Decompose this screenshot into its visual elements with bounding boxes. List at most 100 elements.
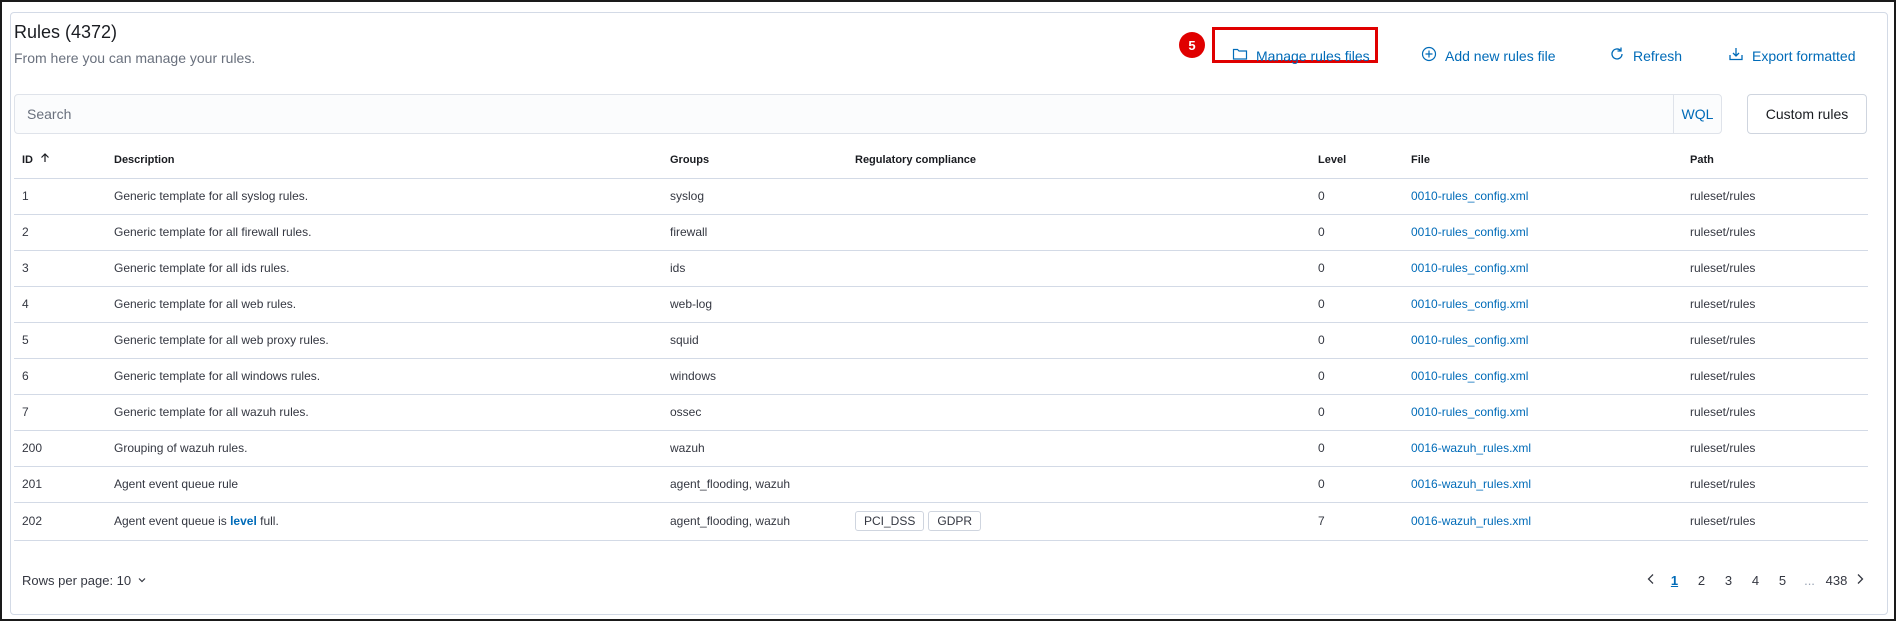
table-row[interactable]: 201 Agent event queue rule agent_flooding,… (14, 466, 1868, 503)
rows-per-page-label: Rows per page: 10 (22, 573, 132, 588)
custom-rules-button[interactable]: Custom rules (1747, 94, 1867, 134)
page-5-button[interactable]: 5 (1769, 573, 1796, 588)
rule-groups: wazuh (662, 430, 847, 467)
rule-path: ruleset/rules (1682, 394, 1868, 431)
rule-description: Generic template for all syslog rules. (106, 178, 662, 215)
rule-level: 0 (1310, 394, 1403, 431)
manage-rules-files-button[interactable]: Manage rules files (1232, 46, 1370, 65)
column-header-level[interactable]: Level (1310, 142, 1403, 179)
refresh-button[interactable]: Refresh (1609, 46, 1682, 65)
compliance-tag[interactable]: GDPR (928, 511, 982, 531)
column-header-id[interactable]: ID (14, 142, 106, 179)
export-icon (1728, 46, 1744, 65)
folder-icon (1232, 46, 1248, 65)
rows-per-page-button[interactable]: Rows per page: 10 (22, 573, 147, 588)
rule-level: 0 (1310, 322, 1403, 359)
rules-table: ID Description Groups Regulatory complia… (14, 142, 1868, 541)
manage-rules-files-label: Manage rules files (1256, 47, 1370, 64)
screen-frame: Rules (4372) From here you can manage yo… (0, 0, 1896, 621)
rule-groups: windows (662, 358, 847, 395)
rule-id: 1 (14, 178, 106, 215)
rule-path: ruleset/rules (1682, 214, 1868, 251)
rule-description: Agent event queue is level full. (106, 502, 662, 541)
rule-file-link[interactable]: 0010-rules_config.xml (1403, 214, 1682, 251)
page-1-button[interactable]: 1 (1661, 573, 1688, 588)
rule-file-link[interactable]: 0010-rules_config.xml (1403, 322, 1682, 359)
search-highlight: level (230, 514, 257, 528)
add-new-rules-file-label: Add new rules file (1445, 47, 1556, 64)
rule-description: Generic template for all wazuh rules. (106, 394, 662, 431)
column-header-path[interactable]: Path (1682, 142, 1868, 179)
step-badge: 5 (1179, 32, 1205, 58)
table-row[interactable]: 5 Generic template for all web proxy rule… (14, 322, 1868, 359)
search-input[interactable] (15, 95, 1673, 133)
add-new-rules-file-button[interactable]: Add new rules file (1421, 46, 1556, 65)
page-2-button[interactable]: 2 (1688, 573, 1715, 588)
column-header-description[interactable]: Description (106, 142, 662, 179)
export-formatted-button[interactable]: Export formatted (1728, 46, 1856, 65)
rule-groups: syslog (662, 178, 847, 215)
rule-file-link[interactable]: 0010-rules_config.xml (1403, 250, 1682, 287)
table-row[interactable]: 202 Agent event queue is level full. agent… (14, 502, 1868, 541)
table-row[interactable]: 4 Generic template for all web rules. web-… (14, 286, 1868, 323)
rule-level: 0 (1310, 358, 1403, 395)
next-page-button[interactable] (1850, 573, 1870, 588)
rule-compliance (847, 250, 1310, 287)
rule-path: ruleset/rules (1682, 250, 1868, 287)
rule-file-link[interactable]: 0010-rules_config.xml (1403, 358, 1682, 395)
rule-description: Agent event queue rule (106, 466, 662, 503)
wql-button[interactable]: WQL (1673, 95, 1721, 133)
page-ellipsis: ... (1804, 573, 1815, 588)
rule-file-link[interactable]: 0010-rules_config.xml (1403, 394, 1682, 431)
page-4-button[interactable]: 4 (1742, 573, 1769, 588)
column-header-groups[interactable]: Groups (662, 142, 847, 179)
table-row[interactable]: 3 Generic template for all ids rules. ids 0… (14, 250, 1868, 287)
chevron-right-icon (1857, 574, 1864, 584)
rule-compliance (847, 214, 1310, 251)
refresh-label: Refresh (1633, 47, 1683, 64)
rule-level: 0 (1310, 286, 1403, 323)
rule-path: ruleset/rules (1682, 466, 1868, 503)
table-row[interactable]: 1 Generic template for all syslog rules. s… (14, 178, 1868, 215)
rule-file-link[interactable]: 0016-wazuh_rules.xml (1403, 430, 1682, 467)
rule-description: Generic template for all windows rules. (106, 358, 662, 395)
table-row[interactable]: 7 Generic template for all wazuh rules. os… (14, 394, 1868, 431)
rule-id: 201 (14, 466, 106, 503)
table-row[interactable]: 2 Generic template for all firewall rules… (14, 214, 1868, 251)
table-row[interactable]: 6 Generic template for all windows rules.… (14, 358, 1868, 395)
rule-groups: ids (662, 250, 847, 287)
page-3-button[interactable]: 3 (1715, 573, 1742, 588)
rule-compliance (847, 322, 1310, 359)
rule-path: ruleset/rules (1682, 358, 1868, 395)
rule-path: ruleset/rules (1682, 322, 1868, 359)
rule-file-link[interactable]: 0016-wazuh_rules.xml (1403, 466, 1682, 503)
rule-level: 0 (1310, 250, 1403, 287)
rule-id: 4 (14, 286, 106, 323)
table-header-row: ID Description Groups Regulatory complia… (14, 142, 1868, 179)
rule-id: 200 (14, 430, 106, 467)
chevron-down-icon (137, 573, 147, 588)
rule-file-link[interactable]: 0010-rules_config.xml (1403, 178, 1682, 215)
plus-circle-icon (1421, 46, 1437, 65)
search-bar: WQL (14, 94, 1722, 134)
rule-file-link[interactable]: 0010-rules_config.xml (1403, 286, 1682, 323)
column-header-file[interactable]: File (1403, 142, 1682, 179)
table-row[interactable]: 200 Grouping of wazuh rules. wazuh 0 0016-wa… (14, 430, 1868, 467)
rule-compliance: PCI_DSS GDPR (847, 502, 1310, 541)
rule-compliance (847, 394, 1310, 431)
prev-page-button[interactable] (1641, 573, 1661, 588)
export-formatted-label: Export formatted (1752, 47, 1856, 64)
rule-compliance (847, 430, 1310, 467)
rule-id: 6 (14, 358, 106, 395)
rule-description: Generic template for all web rules. (106, 286, 662, 323)
rule-file-link[interactable]: 0016-wazuh_rules.xml (1403, 502, 1682, 541)
page-subtitle: From here you can manage your rules. (14, 50, 256, 66)
rule-compliance (847, 466, 1310, 503)
sort-ascending-icon (40, 153, 50, 166)
column-header-regulatory-compliance[interactable]: Regulatory compliance (847, 142, 1310, 179)
rule-id: 3 (14, 250, 106, 287)
page-438-button[interactable]: 438 (1823, 573, 1850, 588)
compliance-tag[interactable]: PCI_DSS (855, 511, 925, 531)
rule-description: Grouping of wazuh rules. (106, 430, 662, 467)
rule-id: 202 (14, 502, 106, 541)
